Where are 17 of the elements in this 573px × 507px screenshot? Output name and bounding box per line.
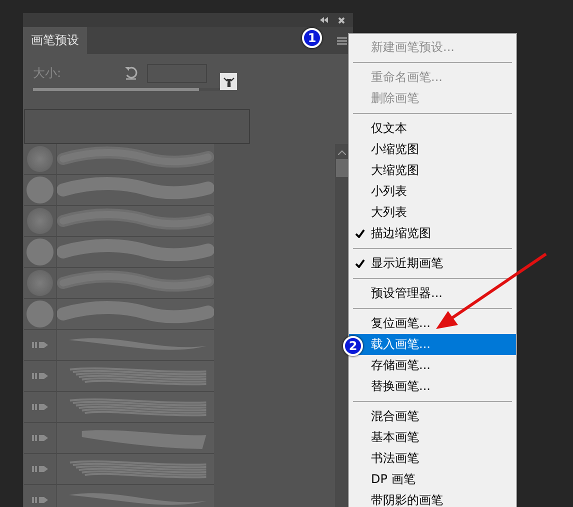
panel-tab[interactable]: 画笔预设 (23, 27, 87, 54)
menu-item[interactable]: 复位画笔... (349, 313, 516, 334)
menu-item[interactable]: 存储画笔... (349, 355, 516, 376)
menu-item[interactable]: 小缩览图 (349, 139, 516, 160)
menu-item[interactable]: 描边缩览图 (349, 223, 516, 244)
menu-item[interactable]: DP 画笔 (349, 469, 516, 490)
menu-item[interactable]: 基本画笔 (349, 427, 516, 448)
menu-item[interactable]: 书法画笔 (349, 448, 516, 469)
menu-item[interactable]: 小列表 (349, 181, 516, 202)
menu-item[interactable]: 混合画笔 (349, 406, 516, 427)
menu-item[interactable]: 大列表 (349, 202, 516, 223)
menu-item[interactable]: 带阴影的画笔 (349, 490, 516, 507)
menu-item[interactable]: 仅文本 (349, 118, 516, 139)
menu-item[interactable]: 预设管理器... (349, 283, 516, 304)
menu-item[interactable]: 替换画笔... (349, 376, 516, 397)
menu-item[interactable]: 显示近期画笔 (349, 253, 516, 274)
menu-item[interactable]: 大缩览图 (349, 160, 516, 181)
